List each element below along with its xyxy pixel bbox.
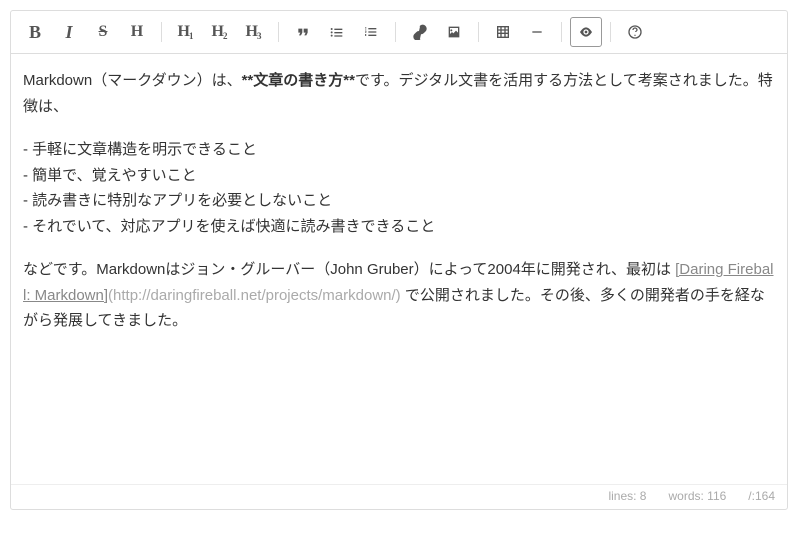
list-item: - 手軽に文章構造を明示できること (23, 137, 775, 163)
separator (561, 22, 562, 42)
list-item: - 簡単で、覚えやすいこと (23, 163, 775, 189)
image-icon (446, 24, 462, 40)
separator (395, 22, 396, 42)
table-button[interactable] (487, 17, 519, 47)
text: などです。Markdownはジョン・グルーバー（John Gruber）によって… (23, 261, 675, 278)
paragraph: Markdown（マークダウン）は、**文章の書き方**です。デジタル文書を活用… (23, 68, 775, 119)
minus-icon (529, 24, 545, 40)
markdown-editor: B I S H H1 H2 H3 (10, 10, 788, 510)
lines-count: lines: 8 (608, 489, 646, 503)
link-url: (http://daringfireball.net/projects/mark… (108, 287, 401, 304)
image-button[interactable] (438, 17, 470, 47)
editor-content[interactable]: Markdown（マークダウン）は、**文章の書き方**です。デジタル文書を活用… (11, 54, 787, 484)
toolbar: B I S H H1 H2 H3 (11, 11, 787, 54)
words-count: words: 116 (668, 489, 726, 503)
separator (478, 22, 479, 42)
list-ol-icon (363, 24, 379, 40)
paragraph: などです。Markdownはジョン・グルーバー（John Gruber）によって… (23, 257, 775, 334)
list-item: - それでいて、対応アプリを使えば快適に読み書きできること (23, 214, 775, 240)
status-bar: lines: 8 words: 116 /:164 (11, 484, 787, 509)
ordered-list-button[interactable] (355, 17, 387, 47)
bold-text: **文章の書き方** (242, 72, 355, 89)
preview-button[interactable] (570, 17, 602, 47)
list-ul-icon (329, 24, 345, 40)
italic-button[interactable]: I (53, 17, 85, 47)
bold-button[interactable]: B (19, 17, 51, 47)
h2-button[interactable]: H2 (204, 17, 236, 47)
separator (610, 22, 611, 42)
eye-icon (578, 24, 594, 40)
quote-icon (295, 24, 311, 40)
separator (278, 22, 279, 42)
h1-button[interactable]: H1 (170, 17, 202, 47)
hr-button[interactable] (521, 17, 553, 47)
quote-button[interactable] (287, 17, 319, 47)
link-button[interactable] (404, 17, 436, 47)
list-block: - 手軽に文章構造を明示できること - 簡単で、覚えやすいこと - 読み書きに特… (23, 137, 775, 239)
strikethrough-button[interactable]: S (87, 17, 119, 47)
link-icon (412, 24, 428, 40)
unordered-list-button[interactable] (321, 17, 353, 47)
table-icon (495, 24, 511, 40)
chars-count: /:164 (748, 489, 775, 503)
heading-button[interactable]: H (121, 17, 153, 47)
list-item: - 読み書きに特別なアプリを必要としないこと (23, 188, 775, 214)
separator (161, 22, 162, 42)
help-icon (627, 24, 643, 40)
text: Markdown（マークダウン）は、 (23, 72, 242, 89)
help-button[interactable] (619, 17, 651, 47)
h3-button[interactable]: H3 (238, 17, 270, 47)
